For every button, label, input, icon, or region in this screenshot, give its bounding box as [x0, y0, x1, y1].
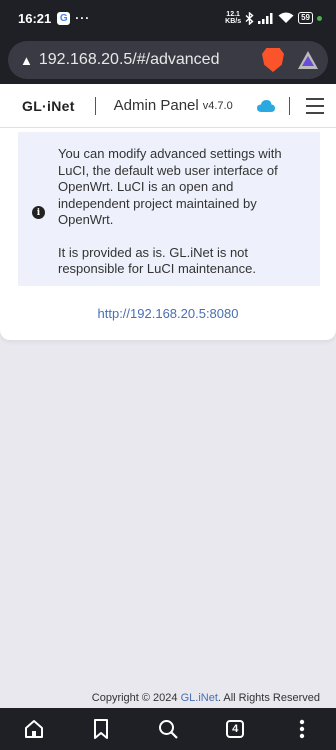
- header-divider: [94, 96, 96, 115]
- status-bar: 16:21 G ··· 12.1 KB/s 59: [0, 0, 336, 36]
- glinet-footer-link[interactable]: GL.iNet: [181, 692, 218, 704]
- app-header: GL·iNet Admin Panel v4.7.0: [0, 84, 336, 128]
- google-icon: G: [57, 11, 71, 25]
- search-icon: [158, 720, 178, 739]
- status-time: 16:21: [18, 10, 52, 26]
- notice-paragraph-2: It is provided as is. GL.iNet is not res…: [58, 244, 257, 277]
- more-notifications-icon: ···: [75, 11, 91, 25]
- more-vert-icon: [300, 719, 305, 739]
- luci-link[interactable]: http://192.168.20.5:8080: [0, 306, 336, 321]
- bookmark-icon: [93, 719, 108, 739]
- brave-rewards-icon[interactable]: [298, 51, 318, 69]
- battery-icon: 59: [298, 12, 313, 24]
- signal-icon: [258, 12, 273, 24]
- bookmarks-button[interactable]: [89, 717, 113, 741]
- info-icon: i: [32, 206, 45, 219]
- luci-notice: i You can modify advanced settings with …: [18, 132, 320, 286]
- privacy-indicator-dot: [317, 15, 322, 21]
- home-button[interactable]: [22, 717, 46, 741]
- page-title: Admin Panel: [113, 97, 199, 114]
- menu-icon[interactable]: [305, 97, 324, 114]
- firmware-version: v4.7.0: [202, 99, 233, 112]
- brave-shields-icon[interactable]: [262, 48, 284, 72]
- browser-toolbar: ▲ 192.168.20.5/#/advanced: [0, 36, 336, 84]
- glinet-logo[interactable]: GL·iNet: [22, 98, 75, 114]
- not-secure-warning-icon[interactable]: ▲: [20, 53, 33, 68]
- copyright-footer: Copyright © 2024 GL.iNet. All Rights Res…: [0, 692, 336, 704]
- overflow-menu-button[interactable]: [290, 717, 314, 741]
- address-bar[interactable]: ▲ 192.168.20.5/#/advanced: [8, 41, 328, 79]
- url-text[interactable]: 192.168.20.5/#/advanced: [39, 51, 262, 69]
- wifi-icon: [278, 12, 294, 23]
- cloud-icon[interactable]: [256, 99, 275, 112]
- search-button[interactable]: [156, 717, 180, 741]
- tab-count-icon: 4: [226, 720, 245, 738]
- tabs-button[interactable]: 4: [223, 717, 247, 741]
- copyright-prefix: Copyright © 2024: [91, 692, 181, 704]
- home-icon: [24, 720, 43, 738]
- header-divider-2: [288, 96, 290, 115]
- browser-bottom-nav: 4: [0, 708, 336, 750]
- notice-paragraph-1: You can modify advanced settings with Lu…: [58, 146, 282, 227]
- network-speed: 12.1 KB/s: [225, 11, 242, 25]
- copyright-suffix: . All Rights Reserved: [217, 692, 320, 704]
- advanced-settings-card: i You can modify advanced settings with …: [0, 128, 336, 340]
- bluetooth-icon: [245, 11, 254, 25]
